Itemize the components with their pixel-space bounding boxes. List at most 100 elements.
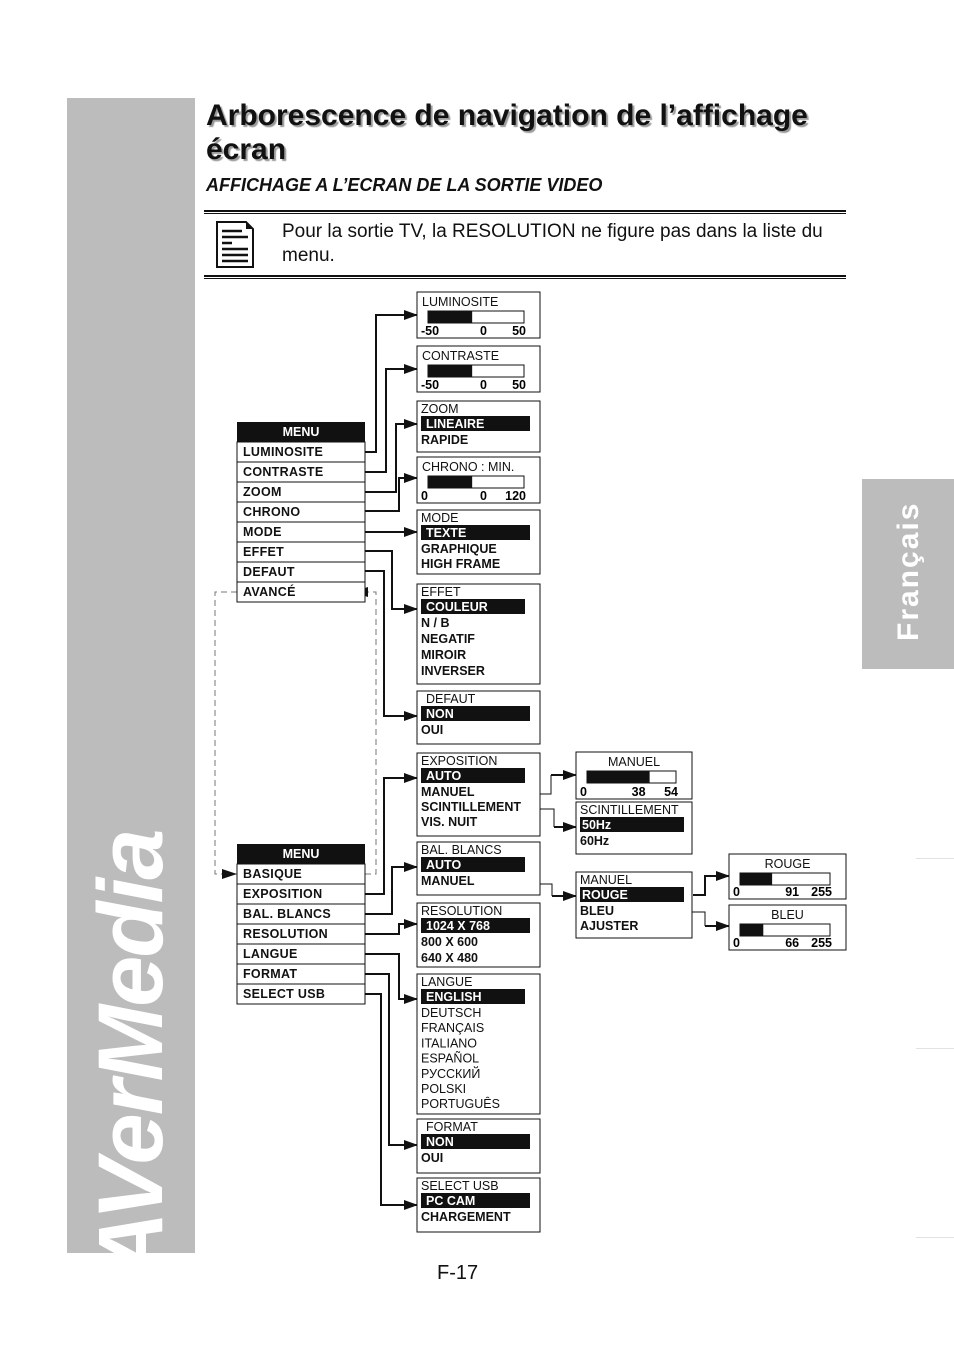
menu-item-label: EXPOSITION (243, 887, 322, 901)
slider-fill (428, 311, 473, 323)
submenu-title: SCINTILLEMENT (580, 803, 679, 817)
submenu-title: BAL. BLANCS (421, 843, 502, 857)
submenu-zoom[interactable]: ZOOMLINEAIRE RAPIDE (416, 400, 541, 453)
submenu-option[interactable]: MANUEL (421, 874, 475, 888)
submenu-contraste[interactable]: CONTRASTE -50 0 50 (416, 345, 541, 393)
menu-item-label: BASIQUE (243, 867, 302, 881)
submenu-option[interactable]: ITALIANO (421, 1036, 477, 1050)
submenu-scintillement[interactable]: SCINTILLEMENT50Hz 60Hz (575, 801, 693, 855)
submenu-option[interactable]: PORTUGUÊS (421, 1096, 500, 1111)
submenu-format[interactable]: FORMATNON OUI (416, 1118, 541, 1174)
submenu-bal-manuel[interactable]: MANUELROUGE BLEUAJUSTER (575, 871, 693, 939)
selected-option[interactable]: LINEAIRE (426, 417, 484, 431)
selected-option[interactable]: 1024 X 768 (426, 919, 490, 933)
slider-min-label: 0 (733, 885, 740, 899)
selected-option[interactable]: TEXTE (426, 526, 466, 540)
submenu-rouge[interactable]: ROUGE 0 91 255 (728, 853, 847, 900)
submenu-title: LUMINOSITE (422, 295, 498, 309)
submenu-option[interactable]: РУССКИЙ (421, 1066, 480, 1081)
submenu-option[interactable]: SCINTILLEMENT (421, 800, 521, 814)
menu-item-label: ZOOM (243, 485, 282, 499)
submenu-option[interactable]: 800 X 600 (421, 935, 478, 949)
submenu-exposition[interactable]: EXPOSITIONAUTO MANUELSCINTILLEMENTVIS. NU… (416, 752, 541, 837)
arrow-head (222, 869, 237, 879)
menu-item-label: CONTRASTE (243, 465, 323, 479)
submenu-title: EFFET (421, 585, 461, 599)
submenu-luminosite[interactable]: LUMINOSITE -50 0 50 (416, 291, 541, 339)
submenu-title: FORMAT (426, 1120, 478, 1134)
submenu-option[interactable]: NEGATIF (421, 632, 475, 646)
selected-option[interactable]: NON (426, 1135, 454, 1149)
selected-option[interactable]: PC CAM (426, 1194, 475, 1208)
submenu-option[interactable]: POLSKI (421, 1082, 466, 1096)
submenu-option[interactable]: HIGH FRAME (421, 557, 500, 571)
menu-item-label: SELECT USB (243, 987, 325, 1001)
selected-option[interactable]: AUTO (426, 858, 461, 872)
submenu-option[interactable]: INVERSER (421, 664, 485, 678)
submenu-option[interactable]: RAPIDE (421, 433, 468, 447)
submenu-resolution[interactable]: RESOLUTION1024 X 768 800 X 600 640 X 480 (416, 902, 541, 968)
submenu-title: ZOOM (421, 402, 459, 416)
connector-arrow (365, 993, 418, 1210)
submenu-title: BLEU (771, 908, 804, 922)
selected-option[interactable]: NON (426, 707, 454, 721)
submenu-option[interactable]: VIS. NUIT (421, 815, 478, 829)
submenu-option[interactable]: DEUTSCH (421, 1006, 481, 1020)
submenu-option[interactable]: GRAPHIQUE (421, 542, 497, 556)
connector-arrow (693, 871, 730, 896)
slider-max-label: 50 (512, 378, 526, 392)
advanced-menu: MENU BASIQUE EXPOSITION BAL. BLANCS RESOLUTI… (236, 844, 366, 1005)
slider-min-label: 0 (733, 936, 740, 950)
slider-fill (587, 771, 650, 783)
submenu-title: ROUGE (765, 857, 811, 871)
slider-fill (428, 365, 473, 377)
menu-item-label: FORMAT (243, 967, 297, 981)
connector-arrow (214, 591, 237, 875)
submenu-exposition-manuel[interactable]: MANUEL 0 38 54 (575, 751, 693, 800)
submenu-option[interactable]: 640 X 480 (421, 951, 478, 965)
submenu-mode[interactable]: MODETEXTE GRAPHIQUEHIGH FRAME (416, 509, 541, 575)
selected-option[interactable]: AUTO (426, 769, 461, 783)
slider-value-label: 91 (785, 885, 799, 899)
submenu-chrono[interactable]: CHRONO : MIN. 0 0 120 (416, 456, 541, 504)
selected-option[interactable]: ROUGE (582, 888, 628, 902)
submenu-title: DEFAUT (426, 692, 476, 706)
submenu-option[interactable]: ESPAÑOL (421, 1052, 479, 1066)
slider-fill (740, 873, 773, 885)
submenu-title: RESOLUTION (421, 904, 502, 918)
slider-max-label: 255 (811, 936, 832, 950)
selected-option[interactable]: 50Hz (582, 818, 611, 832)
slider-value-label: 0 (480, 378, 487, 392)
connector-arrow (365, 364, 418, 473)
menu-title: MENU (283, 847, 320, 861)
submenu-title: CONTRASTE (422, 349, 499, 363)
menu-item-label: LANGUE (243, 947, 298, 961)
submenu-option[interactable]: OUI (421, 723, 443, 737)
submenu-defaut[interactable]: DEFAUTNON OUI (416, 690, 541, 745)
submenu-bal-blancs[interactable]: BAL. BLANCSAUTO MANUEL (416, 841, 541, 896)
submenu-option[interactable]: OUI (421, 1151, 443, 1165)
slider-min-label: 0 (580, 785, 587, 799)
submenu-option[interactable]: BLEU (580, 904, 614, 918)
submenu-bleu[interactable]: BLEU 0 66 255 (728, 904, 847, 951)
submenu-option[interactable]: MIROIR (421, 648, 466, 662)
submenu-option[interactable]: FRANÇAIS (421, 1021, 484, 1035)
slider-max-label: 54 (664, 785, 678, 799)
submenu-effet[interactable]: EFFETCOULEUR N / B NEGATIF MIROIR INVERSER (416, 583, 541, 685)
submenu-select-usb[interactable]: SELECT USBPC CAM CHARGEMENT (416, 1177, 541, 1233)
submenu-langue[interactable]: LANGUEENGLISH DEUTSCHFRANÇAISITALIANO ESPA… (416, 973, 541, 1115)
submenu-option[interactable]: CHARGEMENT (421, 1210, 511, 1224)
submenu-title: CHRONO : MIN. (422, 460, 514, 474)
selected-option[interactable]: ENGLISH (426, 990, 482, 1004)
submenu-option[interactable]: AJUSTER (580, 919, 638, 933)
slider-max-label: 50 (512, 324, 526, 338)
menu-item-label: CHRONO (243, 505, 300, 519)
menu-item-label: BAL. BLANCS (243, 907, 331, 921)
submenu-option[interactable]: MANUEL (421, 785, 475, 799)
connector-arrow (365, 550, 418, 614)
submenu-title: LANGUE (421, 975, 472, 989)
selected-option[interactable]: COULEUR (426, 600, 488, 614)
connector-arrow (365, 919, 418, 935)
submenu-option[interactable]: N / B (421, 616, 449, 630)
submenu-option[interactable]: 60Hz (580, 834, 609, 848)
